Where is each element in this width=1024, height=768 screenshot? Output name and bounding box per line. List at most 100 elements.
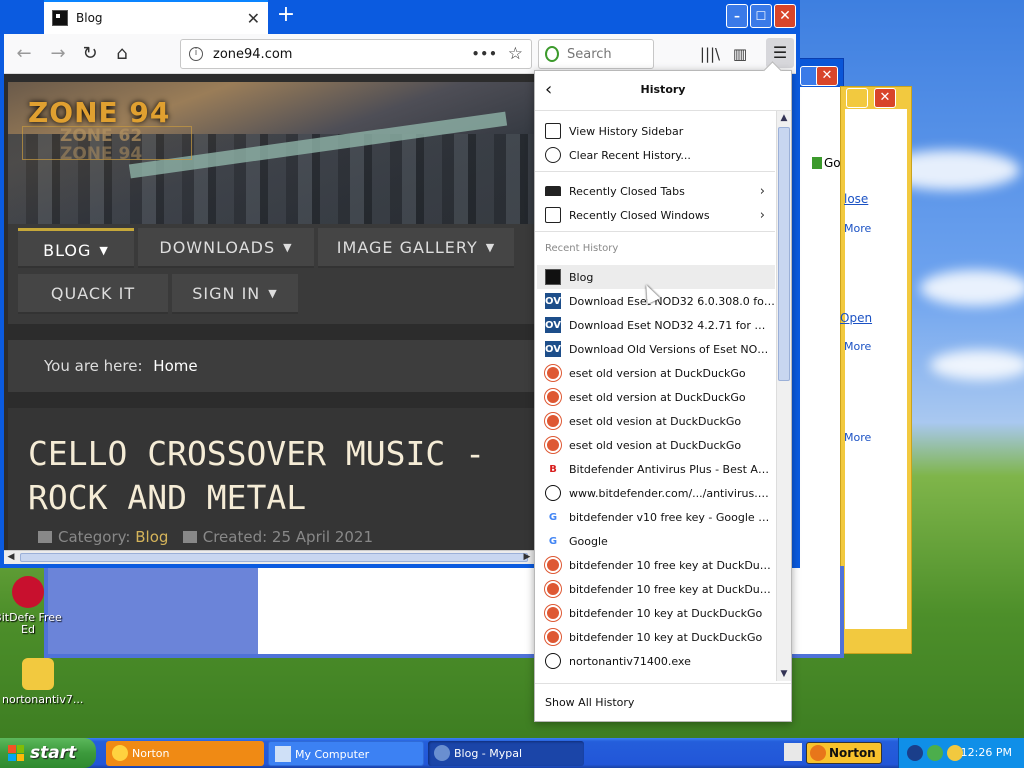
history-scrollbar[interactable]: ▲ ▼: [776, 111, 791, 681]
history-item[interactable]: bitdefender 10 key at DuckDuckGo: [537, 601, 775, 625]
view-history-sidebar[interactable]: View History Sidebar: [537, 119, 775, 143]
side-link-more-3[interactable]: More: [844, 431, 871, 444]
bg-window2-close-button[interactable]: ✕: [874, 88, 896, 108]
duckduckgo-icon: [545, 365, 561, 381]
history-item-label: bitdefender 10 free key at DuckDuckGo: [569, 558, 775, 572]
side-link-open[interactable]: Open: [840, 311, 872, 325]
search-input[interactable]: [567, 46, 647, 62]
site-nav: BLOG ▼ DOWNLOADS ▼ IMAGE GALLERY ▼ QUACK IT…: [8, 224, 534, 324]
history-scroll-thumb[interactable]: [778, 127, 790, 381]
history-item[interactable]: Gbitdefender v10 free key - Google Sea..…: [537, 505, 775, 529]
caret-down-icon: ▼: [283, 241, 293, 254]
history-item[interactable]: bitdefender 10 free key at DuckDuckGo: [537, 577, 775, 601]
taskbar-blog-mypal[interactable]: Blog - Mypal: [428, 741, 584, 766]
side-link-more-2[interactable]: More: [844, 340, 871, 353]
history-item[interactable]: www.bitdefender.com/.../antivirus.html: [537, 481, 775, 505]
reload-button[interactable]: ↻: [76, 40, 104, 68]
duckduckgo-icon: [545, 389, 561, 405]
site-logo[interactable]: ZONE 94: [28, 96, 170, 129]
oldversion-icon: OV: [545, 293, 561, 309]
duckduckgo-icon: [545, 437, 561, 453]
new-tab-button[interactable]: +: [274, 4, 298, 28]
site-nav-image-gallery[interactable]: IMAGE GALLERY ▼: [318, 228, 514, 268]
keyboard-icon[interactable]: [784, 743, 802, 761]
scroll-right-icon[interactable]: ▶: [520, 551, 534, 564]
history-item[interactable]: eset old vesion at DuckDuckGo: [537, 433, 775, 457]
article-title[interactable]: CELLO CROSSOVER MUSIC - ROCK AND METAL: [28, 432, 528, 520]
history-item[interactable]: nortonantiv71400.exe: [537, 649, 775, 673]
site-nav-downloads[interactable]: DOWNLOADS ▼: [138, 228, 314, 268]
scroll-down-icon[interactable]: ▼: [777, 667, 791, 681]
norton-icon: [112, 745, 128, 761]
norton-tray-badge[interactable]: Norton: [806, 742, 882, 764]
duckduckgo-icon: [545, 581, 561, 597]
clock[interactable]: 12:26 PM: [961, 738, 1012, 768]
tab-blog[interactable]: Blog ✕: [44, 0, 268, 34]
chevron-right-icon: ›: [759, 207, 765, 223]
desktop-icon-norton-installer[interactable]: nortonantiv7...: [2, 658, 83, 706]
folder-icon: [38, 531, 52, 543]
taskbar-my-computer[interactable]: My Computer: [268, 741, 424, 766]
clear-recent-history[interactable]: Clear Recent History...: [537, 143, 775, 167]
history-item-label: eset old vesion at DuckDuckGo: [569, 414, 742, 428]
recent-history-label: Recent History: [545, 243, 619, 254]
start-button[interactable]: start: [0, 738, 96, 768]
google-icon: G: [548, 511, 558, 523]
url-bar[interactable]: i zone94.com ••• ☆: [180, 39, 532, 69]
background-window-2: [840, 86, 912, 654]
side-link-more-1[interactable]: More: [844, 222, 871, 235]
page-actions-icon[interactable]: •••: [472, 47, 498, 61]
windows-flag-icon: [8, 745, 24, 761]
site-nav-quack-it[interactable]: QUACK IT: [18, 274, 168, 314]
show-all-history[interactable]: Show All History: [535, 683, 791, 721]
history-item[interactable]: OV Download Old Versions of Eset NOD32...: [537, 337, 775, 361]
back-button[interactable]: ←: [10, 40, 38, 68]
go-button[interactable]: Go: [812, 156, 841, 170]
history-item[interactable]: bitdefender 10 key at DuckDuckGo: [537, 625, 775, 649]
history-item[interactable]: bitdefender 10 free key at DuckDuckGo: [537, 553, 775, 577]
site-nav-sign-in[interactable]: SIGN IN ▼: [172, 274, 298, 314]
scroll-thumb[interactable]: [20, 553, 528, 562]
history-item[interactable]: eset old version at DuckDuckGo: [537, 361, 775, 385]
recently-closed-windows[interactable]: Recently Closed Windows ›: [537, 203, 775, 227]
url-text[interactable]: zone94.com: [213, 47, 472, 62]
history-item[interactable]: eset old vesion at DuckDuckGo: [537, 409, 775, 433]
taskbar-norton[interactable]: Norton: [106, 741, 264, 766]
duckduckgo-icon: [545, 605, 561, 621]
side-link-close[interactable]: lose: [844, 192, 868, 206]
search-engine-icon[interactable]: [545, 46, 559, 62]
history-item-label: Blog: [569, 270, 594, 284]
history-item-label: Download Eset NOD32 4.2.71 for Win...: [569, 318, 775, 332]
sidebar-toggle-icon[interactable]: ▥: [726, 40, 754, 68]
history-item[interactable]: eset old version at DuckDuckGo: [537, 385, 775, 409]
forward-button[interactable]: →: [44, 40, 72, 68]
created-date: Created: 25 April 2021: [202, 528, 374, 546]
bg-window-close-button[interactable]: ✕: [816, 66, 838, 86]
info-icon[interactable]: i: [189, 47, 203, 61]
history-header: ‹ History: [535, 71, 791, 111]
bookmark-star-icon[interactable]: ☆: [508, 44, 523, 64]
history-item[interactable]: G Google: [537, 529, 775, 553]
history-item[interactable]: Blog: [537, 265, 775, 289]
home-button[interactable]: ⌂: [108, 40, 136, 68]
minimize-button[interactable]: –: [726, 4, 748, 28]
site-nav-blog[interactable]: BLOG ▼: [18, 228, 134, 268]
history-item[interactable]: OV Download Eset NOD32 4.2.71 for Win...: [537, 313, 775, 337]
history-item[interactable]: B Bitdefender Antivirus Plus - Best Antiv…: [537, 457, 775, 481]
network-icon[interactable]: [907, 745, 923, 761]
close-window-button[interactable]: ✕: [774, 4, 796, 28]
breadcrumb-home[interactable]: Home: [153, 357, 197, 375]
bg-window2-restore-button[interactable]: [846, 88, 868, 108]
scroll-up-icon[interactable]: ▲: [777, 111, 791, 125]
maximize-button[interactable]: ☐: [750, 4, 772, 28]
search-box[interactable]: [538, 39, 654, 69]
scroll-left-icon[interactable]: ◀: [4, 551, 18, 564]
tab-close-icon[interactable]: ✕: [247, 9, 260, 28]
update-icon[interactable]: [927, 745, 943, 761]
history-item-label: eset old vesion at DuckDuckGo: [569, 438, 742, 452]
category-link[interactable]: Blog: [135, 528, 168, 546]
recently-closed-tabs[interactable]: Recently Closed Tabs ›: [537, 179, 775, 203]
library-icon[interactable]: |||\: [696, 40, 724, 68]
horizontal-scrollbar[interactable]: ◀ ▶: [4, 550, 534, 564]
desktop-icon-bitdefender[interactable]: BitDefe Free Ed: [0, 576, 64, 636]
